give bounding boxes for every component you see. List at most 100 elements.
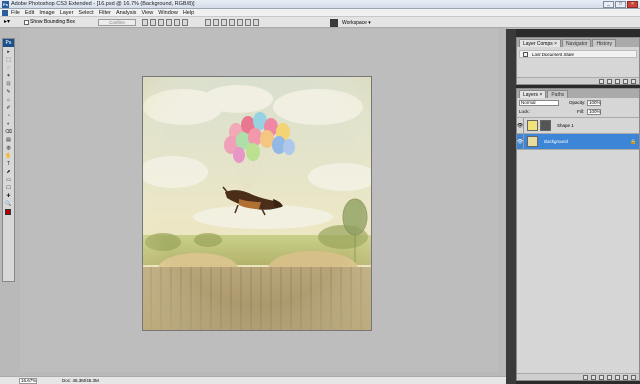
- menu-view[interactable]: View: [141, 9, 153, 17]
- path-selection-tool-icon[interactable]: ⬈: [3, 168, 14, 175]
- distribute-bottom-icon[interactable]: [221, 19, 227, 26]
- layer-options: Normal Opacity: 100% Lock: Fill: 100%: [517, 98, 639, 118]
- zoom-tool-icon[interactable]: 🔍: [3, 200, 14, 207]
- lasso-tool-icon[interactable]: ◌: [3, 64, 14, 71]
- pen-tool-icon[interactable]: ◍: [3, 144, 14, 151]
- menu-help[interactable]: Help: [183, 9, 194, 17]
- layer-comp-label: Last Document State: [532, 51, 575, 57]
- menu-filter[interactable]: Filter: [99, 9, 111, 17]
- align-middle-icon[interactable]: [150, 19, 156, 26]
- lock-icon: 🔒: [630, 139, 637, 145]
- distribute-center-icon[interactable]: [237, 19, 243, 26]
- close-button[interactable]: ×: [627, 1, 638, 8]
- fill-label: Fill:: [577, 109, 584, 114]
- ps-menu-icon[interactable]: [2, 9, 8, 16]
- stamp-tool-icon[interactable]: ⌂: [3, 96, 14, 103]
- move-tool-icon[interactable]: ▸: [3, 48, 14, 55]
- new-comp-icon[interactable]: [623, 78, 628, 84]
- align-top-icon[interactable]: [142, 19, 148, 26]
- distribute-left-icon[interactable]: [229, 19, 235, 26]
- layer-style-icon[interactable]: [591, 374, 596, 380]
- align-center-icon[interactable]: [174, 19, 180, 26]
- update-comp-icon[interactable]: [615, 78, 620, 84]
- layer-mask-icon[interactable]: [599, 374, 604, 380]
- link-layers-icon[interactable]: [583, 374, 588, 380]
- new-group-icon[interactable]: [615, 374, 620, 380]
- panel-dock: Layer Comps × Navigator History Last Doc…: [506, 29, 640, 384]
- tab-paths[interactable]: Paths: [547, 90, 569, 98]
- prev-comp-icon[interactable]: [599, 78, 604, 84]
- align-right-icon[interactable]: [182, 19, 188, 26]
- fill-field[interactable]: 100%: [587, 109, 601, 115]
- delete-comp-icon[interactable]: [631, 78, 636, 84]
- auto-align-icon[interactable]: [253, 19, 259, 26]
- show-bounding-box-checkbox[interactable]: [24, 20, 29, 25]
- tools-panel: Ps ▸ ⬚ ◌ ✶ ⊡ ✎ ⌂ ✐ ◔ ◐ ⌫ ▤ ◍ ✋ T ⬈ ▭ ☐ ✚…: [2, 38, 15, 282]
- next-comp-icon[interactable]: [607, 78, 612, 84]
- confirm-button[interactable]: Confirm: [98, 19, 136, 26]
- opacity-label: Opacity:: [569, 100, 586, 105]
- collapsed-dock-strip: [506, 29, 516, 384]
- window-controls: _ □ ×: [603, 1, 638, 8]
- type-tool-icon[interactable]: T: [3, 160, 14, 167]
- menu-image[interactable]: Image: [39, 9, 54, 17]
- blur-tool-icon[interactable]: ◐: [3, 120, 14, 127]
- menu-window[interactable]: Window: [158, 9, 178, 17]
- menu-select[interactable]: Select: [78, 9, 93, 17]
- workspace-label: Workspace ▾: [342, 19, 371, 26]
- tab-history[interactable]: History: [592, 39, 617, 47]
- distribute-buttons: [205, 19, 259, 26]
- visibility-eye-icon[interactable]: 👁: [517, 117, 524, 134]
- dodge-tool-icon[interactable]: ⌫: [3, 128, 14, 135]
- minimize-button[interactable]: _: [603, 1, 614, 8]
- eraser-tool-icon[interactable]: ◔: [3, 112, 14, 119]
- magic-wand-tool-icon[interactable]: ✶: [3, 72, 14, 79]
- marquee-tool-icon[interactable]: ⬚: [3, 56, 14, 63]
- layer-comp-row[interactable]: Last Document State: [519, 50, 637, 58]
- layer-name: Background: [544, 139, 569, 144]
- layers-footer: [517, 373, 639, 380]
- align-left-icon[interactable]: [166, 19, 172, 26]
- tool-preset-picker[interactable]: ▸▾: [4, 19, 16, 26]
- tab-layers[interactable]: Layers ×: [519, 90, 547, 98]
- ps-logo: Ps: [3, 39, 14, 47]
- distribute-right-icon[interactable]: [245, 19, 251, 26]
- layer-comps-tabs: Layer Comps × Navigator History: [517, 38, 639, 47]
- tab-layer-comps[interactable]: Layer Comps ×: [519, 39, 562, 47]
- document-canvas[interactable]: [142, 76, 372, 331]
- layer-name: Shape 1: [557, 123, 574, 128]
- new-layer-icon[interactable]: [623, 374, 628, 380]
- align-bottom-icon[interactable]: [158, 19, 164, 26]
- workspace-button[interactable]: Workspace ▾: [330, 18, 372, 27]
- zoom-level-field[interactable]: 16.67%: [19, 378, 37, 384]
- opacity-field[interactable]: 100%: [587, 100, 601, 106]
- history-brush-tool-icon[interactable]: ✐: [3, 104, 14, 111]
- workspace-icon: [330, 18, 338, 27]
- adjustment-layer-icon[interactable]: [607, 374, 612, 380]
- tab-navigator[interactable]: Navigator: [562, 39, 592, 47]
- distribute-middle-icon[interactable]: [213, 19, 219, 26]
- distribute-top-icon[interactable]: [205, 19, 211, 26]
- maximize-button[interactable]: □: [615, 1, 626, 8]
- options-bar: ▸▾ Show Bounding Box Confirm Workspace ▾: [0, 17, 640, 28]
- brush-tool-icon[interactable]: ✎: [3, 88, 14, 95]
- menu-file[interactable]: File: [11, 9, 20, 17]
- menu-layer[interactable]: Layer: [60, 9, 74, 17]
- blend-mode-select[interactable]: Normal: [519, 100, 559, 106]
- delete-layer-icon[interactable]: [631, 374, 636, 380]
- foreground-color-swatch[interactable]: [5, 209, 11, 215]
- hand-tool-icon[interactable]: ✋: [3, 152, 14, 159]
- layer-row-background[interactable]: 👁 Background 🔒: [517, 133, 639, 150]
- document-size-info[interactable]: Doc: 45.3M/45.3M: [62, 378, 99, 384]
- layer-thumbnail: [527, 136, 538, 147]
- layer-comps-footer: [517, 77, 639, 84]
- visibility-eye-icon[interactable]: 👁: [517, 133, 524, 150]
- menu-edit[interactable]: Edit: [25, 9, 34, 17]
- gradient-tool-icon[interactable]: ▤: [3, 136, 14, 143]
- eyedropper-tool-icon[interactable]: ✚: [3, 192, 14, 199]
- notes-tool-icon[interactable]: ☐: [3, 184, 14, 191]
- menu-analysis[interactable]: Analysis: [116, 9, 136, 17]
- crop-tool-icon[interactable]: ⊡: [3, 80, 14, 87]
- shape-tool-icon[interactable]: ▭: [3, 176, 14, 183]
- layer-row-shape-1[interactable]: 👁 Shape 1: [517, 117, 639, 134]
